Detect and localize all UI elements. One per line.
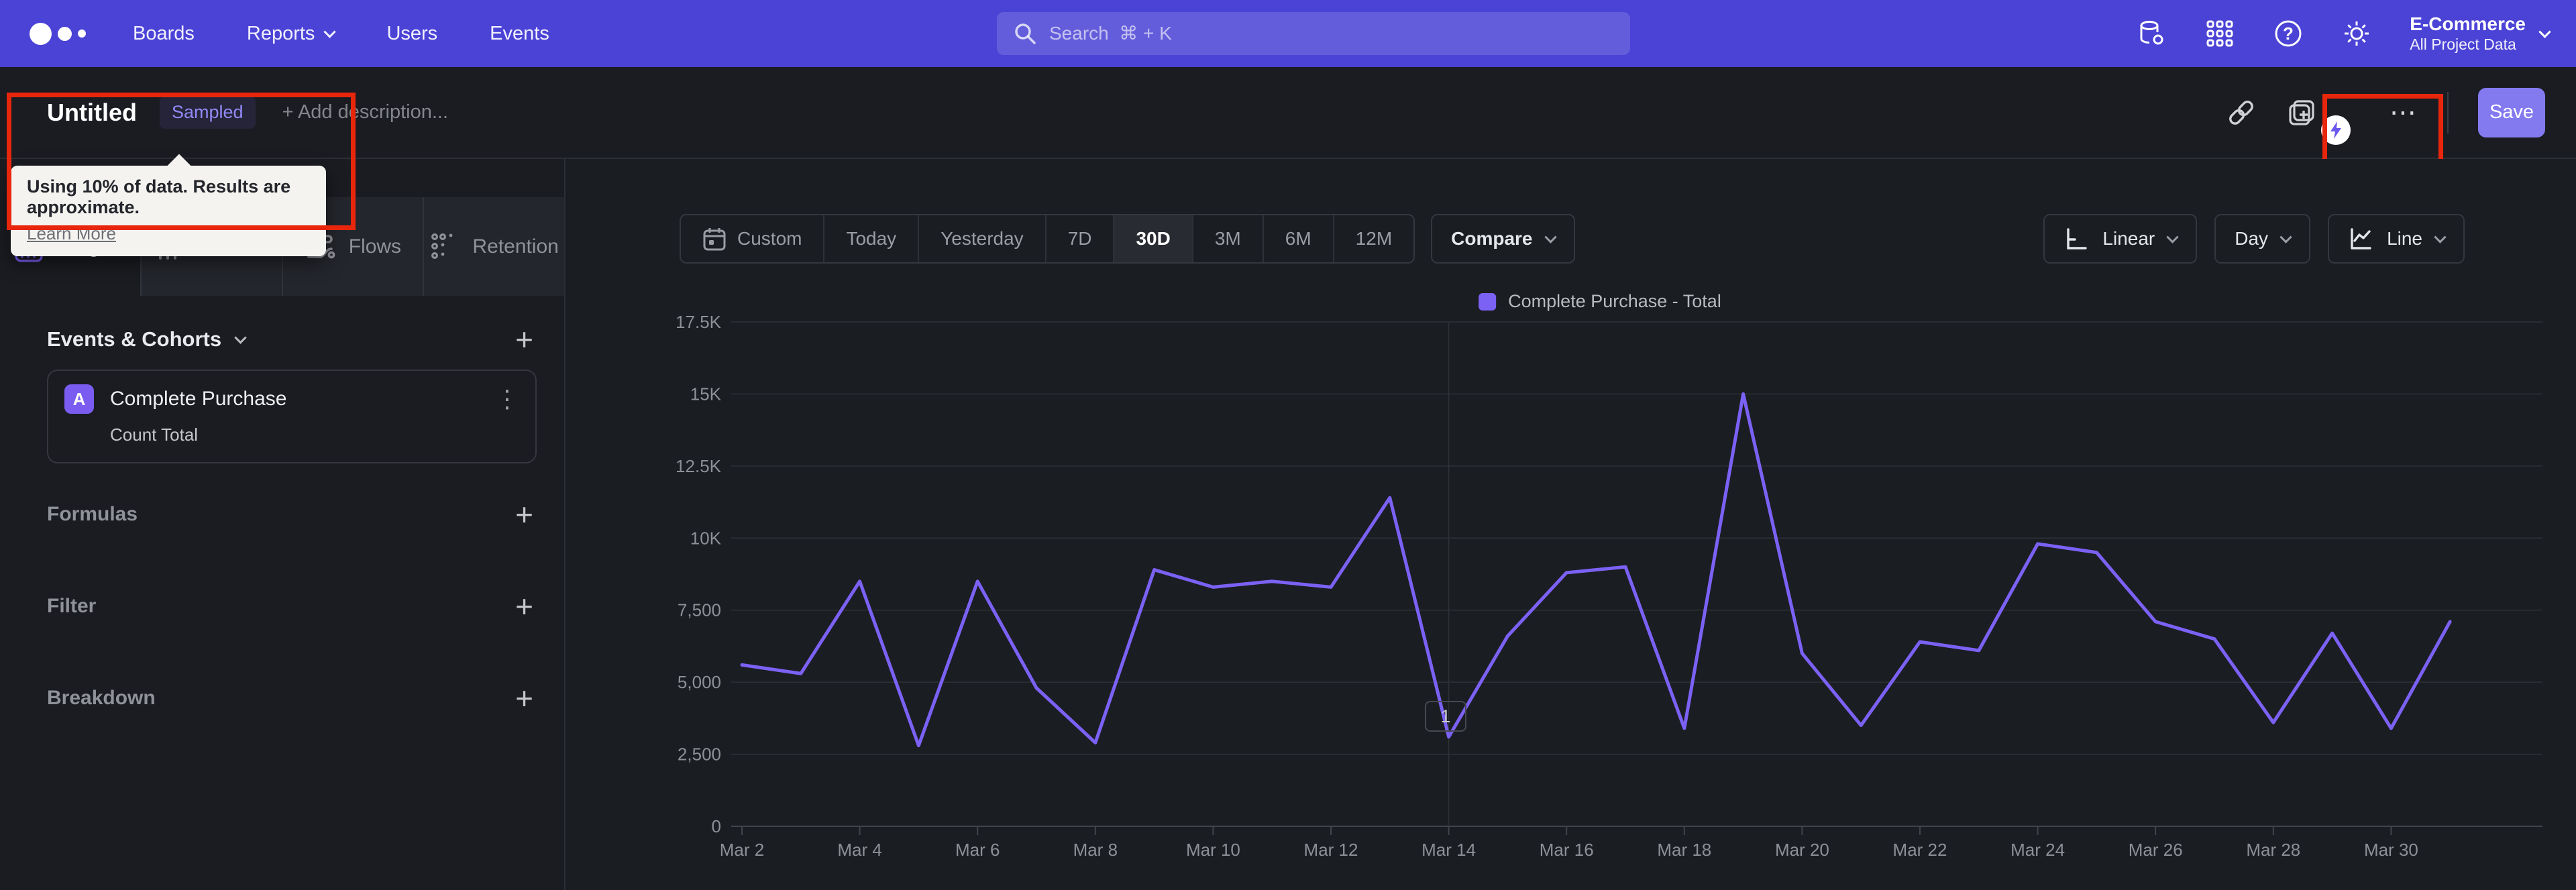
range-today[interactable]: Today bbox=[823, 215, 918, 262]
range-3m[interactable]: 3M bbox=[1191, 215, 1263, 262]
svg-text:Mar 16: Mar 16 bbox=[1540, 840, 1594, 860]
retention-icon bbox=[429, 231, 459, 262]
add-event-button[interactable]: + bbox=[515, 324, 533, 355]
learn-more-link[interactable]: Learn More bbox=[27, 223, 116, 244]
report-title[interactable]: Untitled bbox=[47, 99, 137, 127]
data-management-icon[interactable] bbox=[2136, 18, 2167, 49]
save-button[interactable]: Save bbox=[2478, 87, 2545, 137]
calendar-icon bbox=[702, 226, 727, 252]
query-builder-panel: Insights Funnels Flows bbox=[0, 159, 566, 890]
legend-label: Complete Purchase - Total bbox=[1508, 291, 1721, 311]
svg-text:0: 0 bbox=[712, 816, 721, 836]
svg-text:Mar 24: Mar 24 bbox=[2010, 840, 2065, 860]
add-formula-button[interactable]: + bbox=[515, 499, 533, 530]
svg-text:17.5K: 17.5K bbox=[676, 313, 722, 332]
sampled-badge[interactable]: Sampled bbox=[159, 96, 256, 129]
chevron-down-icon bbox=[2538, 25, 2551, 38]
project-name: E-Commerce bbox=[2410, 13, 2526, 35]
range-30d[interactable]: 30D bbox=[1113, 215, 1192, 262]
compare-button[interactable]: Compare bbox=[1431, 214, 1575, 264]
report-title-bar: Untitled Sampled + Add description... ⋯ … bbox=[0, 67, 2576, 165]
svg-text:Mar 8: Mar 8 bbox=[1073, 840, 1118, 860]
add-filter-button[interactable]: + bbox=[515, 591, 533, 622]
range-7d[interactable]: 7D bbox=[1044, 215, 1114, 262]
range-12m[interactable]: 12M bbox=[1332, 215, 1413, 262]
search-input[interactable] bbox=[1049, 23, 1614, 44]
project-switcher[interactable]: E-Commerce All Project Data bbox=[2410, 13, 2551, 53]
project-scope: All Project Data bbox=[2410, 35, 2516, 53]
svg-text:Mar 4: Mar 4 bbox=[837, 840, 881, 860]
chevron-down-icon bbox=[323, 25, 337, 38]
section-filter: Filter bbox=[47, 595, 97, 617]
svg-text:Mar 14: Mar 14 bbox=[1421, 840, 1476, 860]
event-options-kebab[interactable]: ⋮ bbox=[495, 385, 519, 413]
legend-swatch bbox=[1479, 292, 1497, 311]
scale-dropdown[interactable]: Linear bbox=[2043, 214, 2198, 264]
svg-text:Mar 30: Mar 30 bbox=[2364, 840, 2418, 860]
granularity-dropdown[interactable]: Day bbox=[2214, 214, 2311, 264]
add-description[interactable]: + Add description... bbox=[282, 101, 448, 123]
line-chart-icon bbox=[2348, 226, 2373, 252]
svg-text:7,500: 7,500 bbox=[678, 600, 721, 620]
event-name[interactable]: Complete Purchase bbox=[110, 388, 286, 410]
svg-text:Mar 2: Mar 2 bbox=[720, 840, 764, 860]
range-yesterday[interactable]: Yesterday bbox=[918, 215, 1045, 262]
chart-type-dropdown[interactable]: Line bbox=[2328, 214, 2465, 264]
svg-text:Mar 12: Mar 12 bbox=[1304, 840, 1358, 860]
range-6m[interactable]: 6M bbox=[1262, 215, 1333, 262]
add-to-board-icon[interactable] bbox=[2286, 97, 2317, 128]
share-link-icon[interactable] bbox=[2226, 97, 2257, 128]
more-options-button[interactable]: ⋯ bbox=[2390, 97, 2418, 128]
svg-text:?: ? bbox=[2283, 23, 2294, 44]
svg-text:Mar 20: Mar 20 bbox=[1775, 840, 1829, 860]
global-search[interactable] bbox=[997, 12, 1630, 55]
svg-text:15K: 15K bbox=[690, 384, 722, 404]
events-cohorts-header[interactable]: Events & Cohorts bbox=[47, 327, 247, 351]
mixpanel-logo[interactable] bbox=[30, 22, 86, 45]
search-icon bbox=[1013, 21, 1037, 46]
lightning-bolt-icon bbox=[2321, 115, 2351, 145]
range-custom[interactable]: Custom bbox=[681, 215, 823, 262]
section-breakdown: Breakdown bbox=[47, 687, 156, 709]
event-card[interactable]: A Complete Purchase ⋮ Count Total bbox=[47, 370, 537, 463]
line-chart[interactable]: 0 2,500 5,000 7,500 10K 12.5K 15K 17.5K Mar 2 Mar… bbox=[567, 313, 2576, 890]
svg-text:5,000: 5,000 bbox=[678, 672, 721, 692]
svg-text:Mar 18: Mar 18 bbox=[1657, 840, 1711, 860]
nav-item-boards[interactable]: Boards bbox=[133, 23, 195, 45]
svg-text:Mar 6: Mar 6 bbox=[955, 840, 1000, 860]
add-breakdown-button[interactable]: + bbox=[515, 683, 533, 714]
settings-gear-icon[interactable] bbox=[2341, 18, 2372, 49]
pagination-page[interactable]: 1 bbox=[1425, 701, 1466, 732]
help-icon[interactable]: ? bbox=[2273, 18, 2304, 49]
event-letter-badge: A bbox=[64, 384, 94, 414]
svg-text:2,500: 2,500 bbox=[678, 744, 721, 765]
svg-text:Mar 26: Mar 26 bbox=[2129, 840, 2183, 860]
svg-text:Mar 10: Mar 10 bbox=[1186, 840, 1240, 860]
svg-text:Mar 22: Mar 22 bbox=[1893, 840, 1947, 860]
legend-item[interactable]: Complete Purchase - Total bbox=[1479, 291, 1721, 312]
date-range-control: Custom Today Yesterday 7D 30D 3M 6M 12M bbox=[680, 214, 1415, 264]
nav-item-users[interactable]: Users bbox=[386, 23, 437, 45]
svg-text:10K: 10K bbox=[690, 528, 722, 548]
divider bbox=[2447, 91, 2449, 133]
nav-item-events[interactable]: Events bbox=[490, 23, 549, 45]
svg-text:Mar 28: Mar 28 bbox=[2246, 840, 2300, 860]
tab-retention[interactable]: Retention bbox=[423, 197, 564, 296]
section-formulas: Formulas bbox=[47, 503, 138, 525]
tooltip-text: Using 10% of data. Results are approxima… bbox=[27, 176, 291, 217]
nav-item-reports[interactable]: Reports bbox=[247, 23, 337, 45]
apps-grid-icon[interactable] bbox=[2204, 18, 2235, 49]
event-metric[interactable]: Count Total bbox=[110, 425, 519, 445]
sampling-tooltip: Using 10% of data. Results are approxima… bbox=[11, 166, 326, 256]
top-nav-bar: Boards Reports Users Events ? bbox=[0, 0, 2576, 67]
linear-axis-icon bbox=[2063, 226, 2089, 252]
svg-text:12.5K: 12.5K bbox=[676, 456, 722, 476]
chart-panel: Custom Today Yesterday 7D 30D 3M 6M 12M … bbox=[567, 159, 2576, 890]
